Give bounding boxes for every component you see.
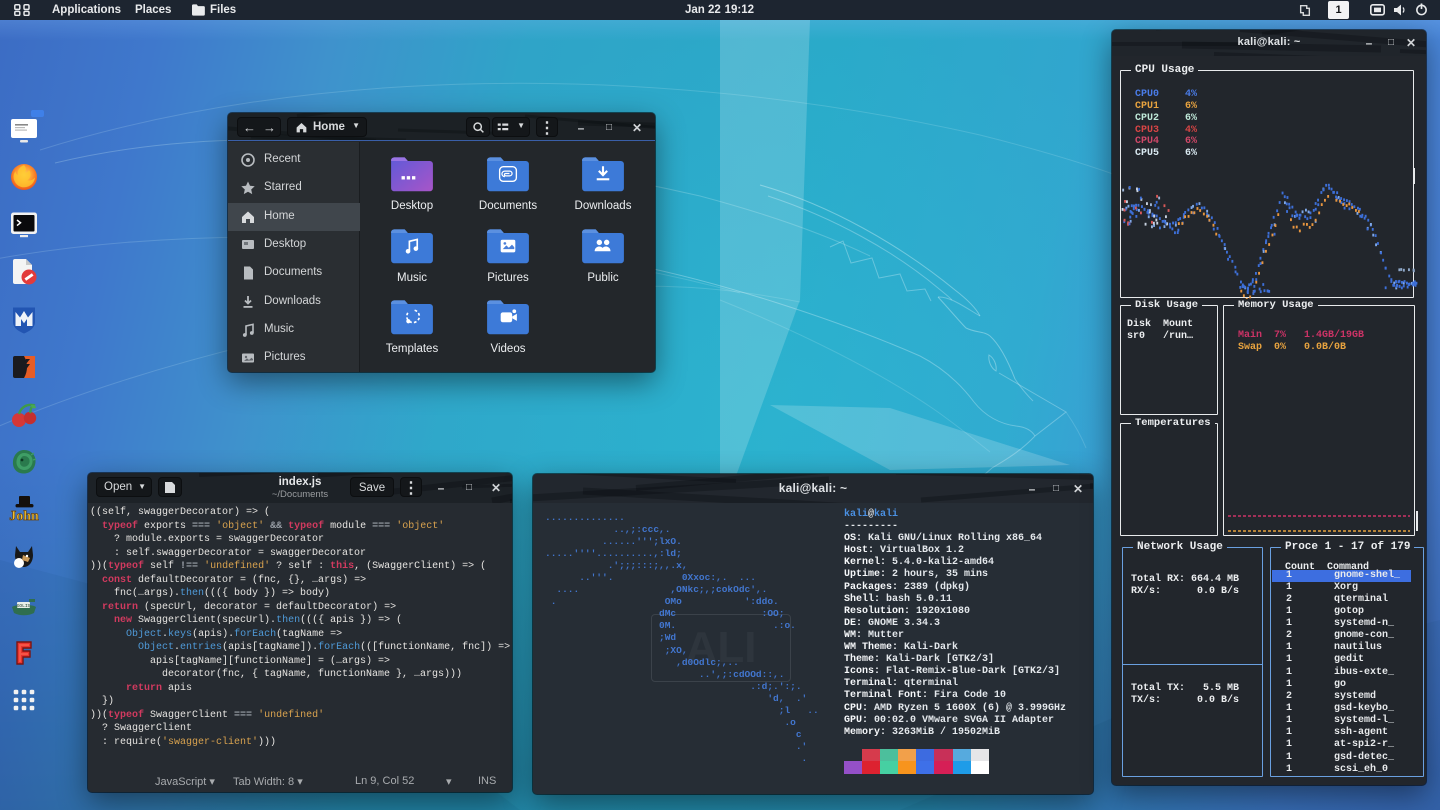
svg-text:GOLIS: GOLIS	[17, 603, 31, 609]
svg-text:John: John	[9, 509, 39, 524]
